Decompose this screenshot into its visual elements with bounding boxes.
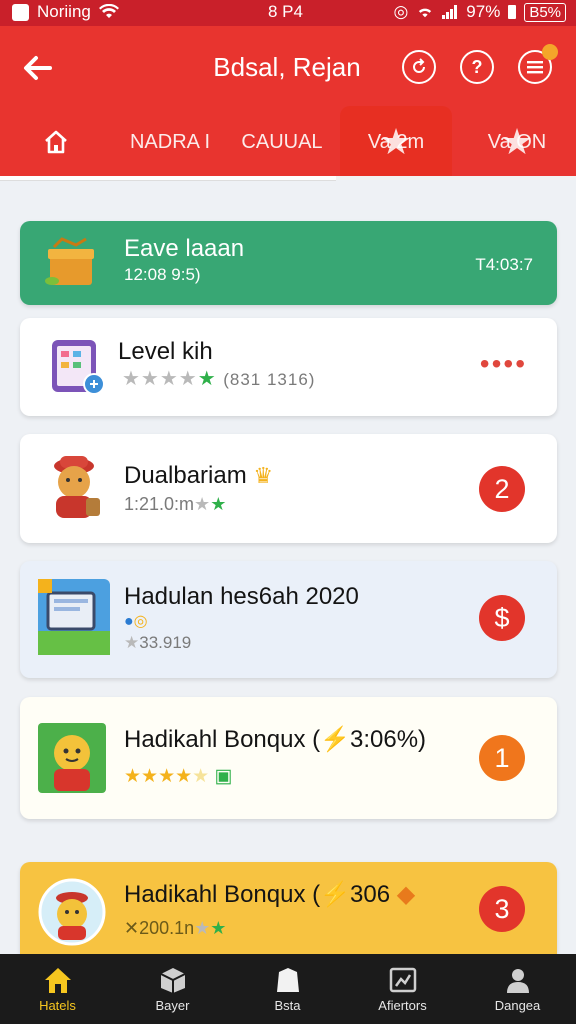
app-header: Bdsal, Rejan ? NADRA I CAUUAL Va 2m ★ Va… [0,26,576,178]
character-icon [54,456,100,518]
game-card[interactable]: Hadulan hes6ah 2020 ●◎ ★33.919 $ [20,561,557,678]
card-title: Hadikahl Bonqux (⚡3:06%) [124,726,427,753]
nav-label: Afiertors [378,997,427,1013]
nav-label: Bayer [155,997,190,1013]
rank-badge: 2 [479,466,525,512]
user-icon [506,968,529,993]
card-subtitle: 12:08 9:5) [124,265,201,284]
computer-app-icon [38,579,110,655]
tab-nadra[interactable]: NADRA I [118,106,222,178]
wifi-icon [419,8,432,18]
card-subtitle: ★33.919 [124,633,192,652]
home-icon [44,967,71,993]
card-timer: T4:03:7 [475,255,533,274]
star-icon: ★ [500,121,534,162]
notification-badge [542,44,558,60]
rating-stars: ★★★★★ ▣ [124,766,233,787]
box-icon [160,967,185,993]
battery-icon [508,5,517,19]
card-title: Hadikahl Bonqux (⚡306 ◆ [124,881,416,908]
star-icon: ★ [379,121,413,162]
carrier-name: Noriing [37,2,91,21]
battery-percent: 97% [466,2,501,21]
game-card[interactable]: Hadikahl Bonqux (⚡306 ◆ ✕200.1n★★ 3 [20,862,557,954]
signal-icon [442,5,458,19]
tab-label: CAUUAL [241,130,323,153]
status-bar: Noriing 8 P4 ◎ 97% B5% [0,0,576,26]
card-subtitle: (831 1316) [223,370,316,389]
wifi-icon [98,4,119,18]
back-arrow-icon [24,56,52,80]
refresh-button[interactable] [402,50,436,84]
rank-badge: 3 [479,886,525,932]
help-icon: ? [471,56,483,77]
bag-icon [276,967,299,992]
refresh-icon [413,58,425,73]
battery-level: B5% [524,2,566,22]
card-subtitle: 1:21.0:m★★ [124,494,227,514]
featured-card[interactable]: Eave laaan 12:08 9:5) T4:03:7 [20,221,557,305]
game-card[interactable]: Hadikahl Bonqux (⚡3:06%) ★★★★★ ▣ 1 [20,697,557,819]
nav-item-dangea[interactable]: Dangea [460,954,575,1024]
avatar [38,878,106,946]
card-title: Dualbariam ♛ [124,462,274,489]
help-button[interactable]: ? [460,50,494,84]
chat-icon: ●◎ [124,613,148,630]
home-icon [45,130,67,154]
tab-home[interactable] [16,106,96,178]
menu-button[interactable] [518,44,558,84]
rank-badge: $ [479,595,525,641]
nav-label: Hatels [39,997,76,1013]
tab-bar: NADRA I CAUUAL Va 2m ★ Va ON ★ [0,106,576,178]
menu-icon [527,61,543,74]
nav-label: Bsta [274,997,301,1013]
rating-stars: ★★★★★ (831 1316) [122,368,316,390]
crown-icon: ♛ [253,463,274,488]
tablet-app-icon [52,340,105,395]
nav-item-bayer[interactable]: Bayer [115,954,230,1024]
treasure-chest-icon [45,237,94,285]
card-title: Hadulan hes6ah 2020 [124,583,359,610]
tab-label: NADRA I [129,130,211,153]
tab-underline [0,176,336,181]
page-title: Bdsal, Rejan [213,52,361,82]
tab-von[interactable]: Va ON ★ [462,106,572,178]
card-title: Level kih [118,338,213,365]
nav-item-hatels[interactable]: Hatels [0,954,115,1024]
card-subtitle: ✕200.1n★★ [124,918,227,938]
game-card[interactable]: Dualbariam ♛ 1:21.0:m★★ 2 [20,434,557,543]
rank-badge: 1 [479,735,525,781]
app-icon [12,3,29,21]
nav-item-afiertors[interactable]: Afiertors [345,954,460,1024]
nav-item-bsta[interactable]: Bsta [230,954,345,1024]
bag-icon: ◆ [396,881,416,908]
character-icon [38,723,106,793]
tab-casual[interactable]: CAUUAL [232,106,332,178]
back-button[interactable] [18,48,58,88]
tab-divider [336,176,576,180]
alarm-icon: ◎ [393,2,409,21]
level-card[interactable]: Level kih ★★★★★ (831 1316) •••• [20,318,557,416]
nav-label: Dangea [494,997,541,1013]
clock: 8 P4 [268,2,303,21]
bottom-nav: Hatels Bayer Bsta Afiertors Dangea [0,954,576,1024]
card-title: Eave laaan [124,235,245,262]
more-options-button[interactable]: •••• [480,348,527,380]
picture-icon [389,967,416,992]
tab-active[interactable]: Va 2m ★ [340,106,452,178]
